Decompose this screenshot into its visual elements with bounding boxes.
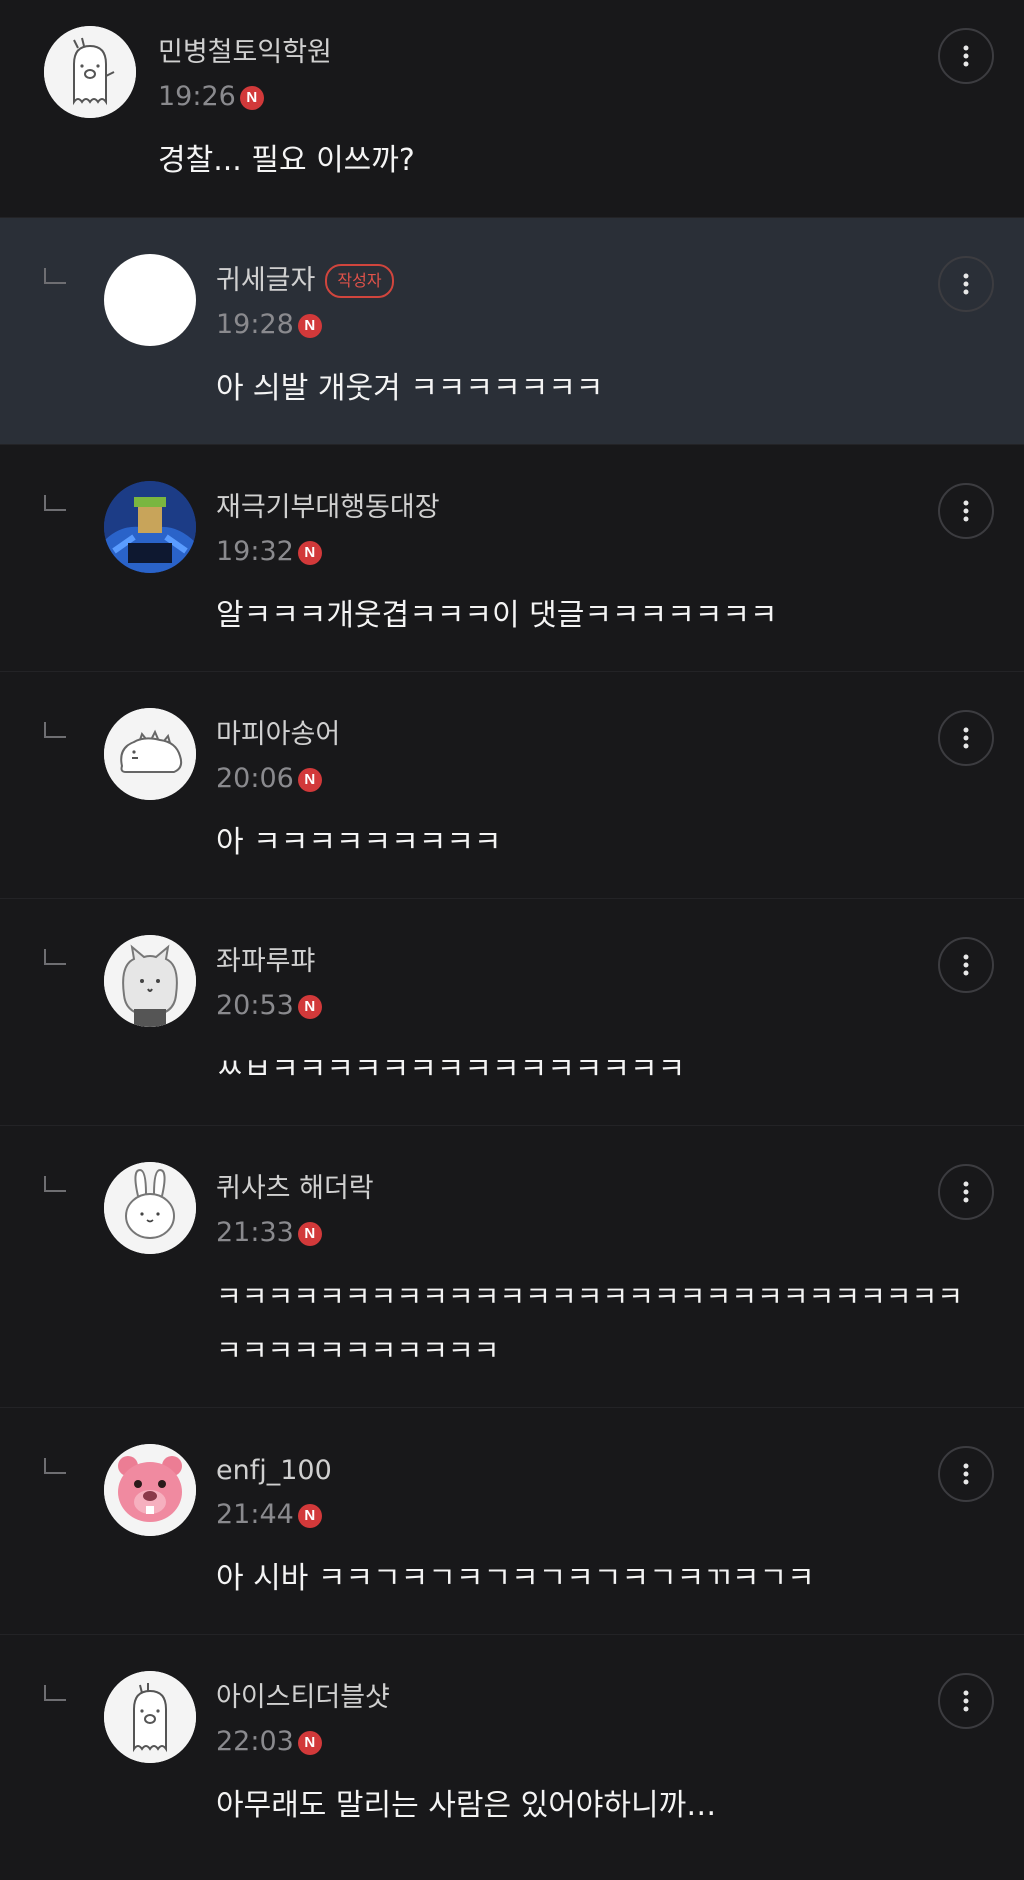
comment-author[interactable]: 퀴사츠 해더락: [216, 1172, 374, 1206]
comment-meta: 22:03 N: [216, 1725, 322, 1759]
comment-text: 아 ㅋㅋㅋㅋㅋㅋㅋㅋㅋ: [216, 825, 502, 860]
comment-item: 마피아송어 20:06 N 아 ㅋㅋㅋㅋㅋㅋㅋㅋㅋ: [0, 672, 1024, 899]
more-options-button[interactable]: [938, 256, 994, 312]
writer-badge: 작성자: [325, 264, 394, 298]
comment-author[interactable]: 민병철토익학원: [158, 36, 332, 70]
more-options-button[interactable]: [938, 1673, 994, 1729]
comment-text: ㅋㅋㅋㅋㅋㅋㅋㅋㅋㅋㅋㅋㅋㅋㅋㅋㅋㅋㅋㅋㅋㅋㅋㅋㅋㅋㅋㅋㅋㅋㅋㅋㅋㅋㅋㅋㅋㅋㅋㅋ: [216, 1280, 964, 1367]
comment-author[interactable]: 아이스티더블샷: [216, 1681, 390, 1715]
comment-meta: 19:28 N: [216, 308, 322, 342]
comment-author[interactable]: 귀세글자 작성자: [216, 264, 394, 298]
comment-item: 재극기부대행동대장 19:32 N 알ㅋㅋㅋ개웃겹ㅋㅋㅋ이 댓글ㅋㅋㅋㅋㅋㅋㅋ: [0, 445, 1024, 672]
comment-meta: 21:44 N: [216, 1498, 322, 1532]
reply-indicator-icon: [44, 495, 66, 511]
more-options-button[interactable]: [938, 710, 994, 766]
comment-meta: 21:33 N: [216, 1216, 322, 1250]
new-badge: N: [297, 1504, 322, 1528]
comment-time: 21:33: [216, 1217, 294, 1248]
more-vertical-icon: [963, 500, 969, 522]
more-vertical-icon: [963, 1690, 969, 1712]
ghost-character-icon: [44, 26, 136, 118]
avatar[interactable]: [104, 1444, 196, 1536]
comment-time: 19:28: [216, 309, 294, 340]
cat-character-icon: [104, 935, 196, 1027]
comment-text: 아 시바 ㅋㅋㄱㅋㄱㅋㄱㅋㄱㅋㄱㅋㄱㅋㄲㅋㄱㅋ: [216, 1561, 815, 1596]
new-badge: N: [239, 86, 264, 110]
author-name: 귀세글자: [216, 265, 316, 296]
avatar[interactable]: [104, 935, 196, 1027]
reply-indicator-icon: [44, 1685, 66, 1701]
reply-indicator-icon: [44, 1458, 66, 1474]
avatar[interactable]: [104, 1671, 196, 1763]
comment-time: 21:44: [216, 1499, 294, 1530]
comment-author[interactable]: 재극기부대행동대장: [216, 491, 440, 525]
reply-indicator-icon: [44, 268, 66, 284]
more-options-button[interactable]: [938, 483, 994, 539]
comment-item: 귀세글자 작성자 19:28 N 아 싀발 개웃겨 ㅋㅋㅋㅋㅋㅋㅋ: [0, 218, 1024, 445]
comment-meta: 20:06 N: [216, 762, 322, 796]
comment-time: 19:26: [158, 81, 236, 112]
comment-author[interactable]: 좌파루퍄: [216, 945, 315, 979]
comment-meta: 20:53 N: [216, 989, 322, 1023]
more-vertical-icon: [963, 727, 969, 749]
more-vertical-icon: [963, 45, 969, 67]
reply-indicator-icon: [44, 1176, 66, 1192]
comment-time: 20:53: [216, 990, 294, 1021]
comment-item: 퀴사츠 해더락 21:33 N ㅋㅋㅋㅋㅋㅋㅋㅋㅋㅋㅋㅋㅋㅋㅋㅋㅋㅋㅋㅋㅋㅋㅋㅋㅋ…: [0, 1126, 1024, 1408]
comment-author[interactable]: enfj_100: [216, 1454, 332, 1488]
new-badge: N: [297, 1222, 322, 1246]
comment-text: ㅆㅂㅋㅋㅋㅋㅋㅋㅋㅋㅋㅋㅋㅋㅋㅋㅋ: [216, 1052, 686, 1087]
more-options-button[interactable]: [938, 1164, 994, 1220]
more-vertical-icon: [963, 1181, 969, 1203]
comment-meta: 19:32 N: [216, 535, 322, 569]
avatar[interactable]: [104, 708, 196, 800]
rabbit-character-icon: [104, 1162, 196, 1254]
comment-item: 좌파루퍄 20:53 N ㅆㅂㅋㅋㅋㅋㅋㅋㅋㅋㅋㅋㅋㅋㅋㅋㅋ: [0, 899, 1024, 1126]
comment-meta: 19:26 N: [158, 80, 264, 114]
more-vertical-icon: [963, 1463, 969, 1485]
comment-text: 알ㅋㅋㅋ개웃겹ㅋㅋㅋ이 댓글ㅋㅋㅋㅋㅋㅋㅋ: [216, 598, 778, 633]
reply-indicator-icon: [44, 722, 66, 738]
new-badge: N: [297, 314, 322, 338]
avatar[interactable]: [104, 1162, 196, 1254]
comment-text: 경찰... 필요 이쓰까?: [158, 143, 415, 178]
comment-item: enfj_100 21:44 N 아 시바 ㅋㅋㄱㅋㄱㅋㄱㅋㄱㅋㄱㅋㄱㅋㄲㅋㄱㅋ: [0, 1408, 1024, 1635]
new-badge: N: [297, 995, 322, 1019]
photo-avatar-icon: [104, 481, 196, 573]
comment-item: 민병철토익학원 19:26 N 경찰... 필요 이쓰까?: [0, 0, 1024, 218]
more-vertical-icon: [963, 273, 969, 295]
dinosaur-character-icon: [104, 708, 196, 800]
pink-beaver-icon: [104, 1444, 196, 1536]
reply-indicator-icon: [44, 949, 66, 965]
new-badge: N: [297, 1731, 322, 1755]
comment-author[interactable]: 마피아송어: [216, 718, 340, 752]
comment-time: 20:06: [216, 763, 294, 794]
new-badge: N: [297, 768, 322, 792]
comment-text: 아무래도 말리는 사람은 있어야하니까…: [216, 1788, 717, 1823]
more-options-button[interactable]: [938, 28, 994, 84]
comment-time: 19:32: [216, 536, 294, 567]
more-vertical-icon: [963, 954, 969, 976]
comment-item: 아이스티더블샷 22:03 N 아무래도 말리는 사람은 있어야하니까…: [0, 1635, 1024, 1862]
more-options-button[interactable]: [938, 1446, 994, 1502]
new-badge: N: [297, 541, 322, 565]
comment-list: 민병철토익학원 19:26 N 경찰... 필요 이쓰까? 귀세글자 작성자 19:…: [0, 0, 1024, 1862]
avatar[interactable]: [104, 481, 196, 573]
avatar[interactable]: [104, 254, 196, 346]
more-options-button[interactable]: [938, 937, 994, 993]
comment-time: 22:03: [216, 1726, 294, 1757]
ghost-character-icon: [104, 1671, 196, 1763]
comment-text: 아 싀발 개웃겨 ㅋㅋㅋㅋㅋㅋㅋ: [216, 371, 604, 406]
avatar[interactable]: [44, 26, 136, 118]
